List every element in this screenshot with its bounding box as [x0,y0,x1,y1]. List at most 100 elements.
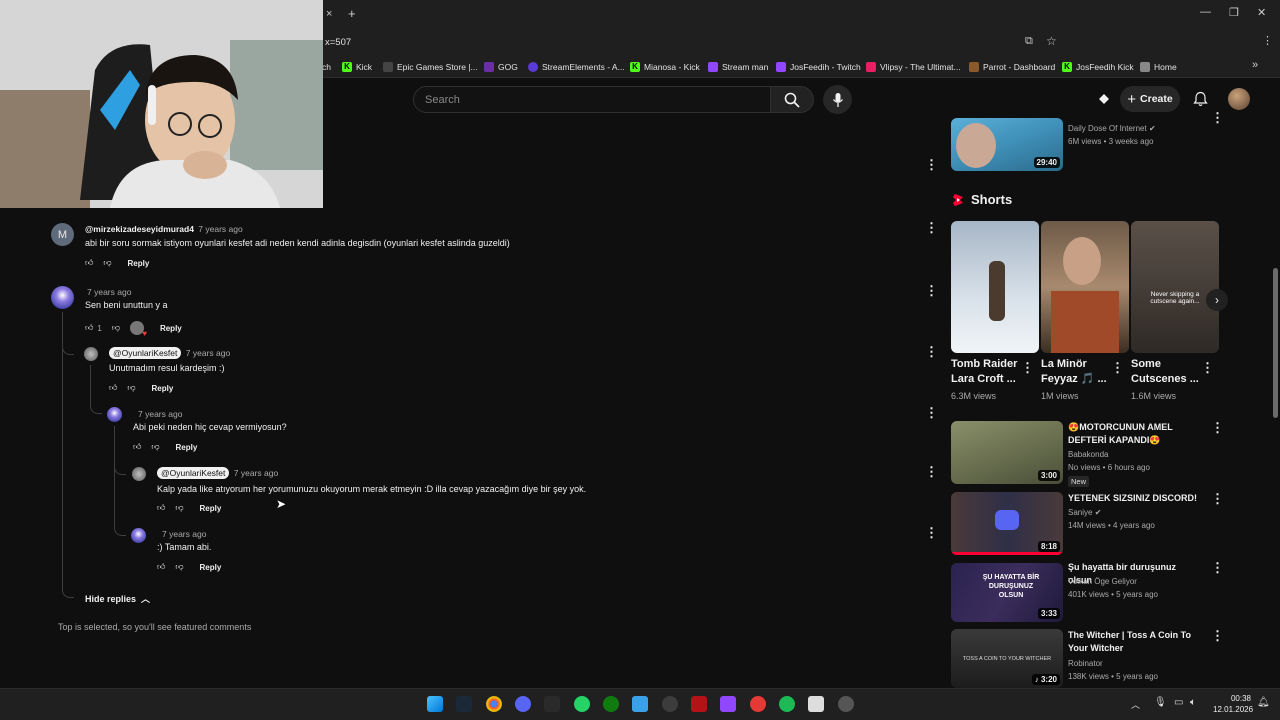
network-icon[interactable]: ▭ [1174,697,1183,708]
bookmark[interactable]: StreamElements - A... [528,59,625,75]
page-scrollbar[interactable] [1271,78,1280,688]
video-channel[interactable]: Volkan Öge Geliyor [1068,575,1137,588]
bookmark[interactable]: K Kick [342,59,372,75]
microphone-tray-icon[interactable]: 🎙︎ [1154,697,1167,708]
close-window-icon[interactable]: ✕ [1257,6,1266,19]
close-tab-icon[interactable]: × [326,8,332,20]
video-thumbnail[interactable]: ŞU HAYATTA BİR DURUŞUNUZ OLSUN 3:33 [951,563,1063,622]
comment-menu-icon[interactable]: ⋮ [925,158,938,171]
video-menu-icon[interactable]: ⋮ [1211,111,1224,124]
bookmark[interactable]: Home [1140,59,1177,75]
bookmark[interactable]: K Mianosa - Kick [630,59,700,75]
creator-chip[interactable]: @OyunlariKesfet [157,467,230,479]
video-title[interactable]: 😍MOTORCUNUN AMEL DEFTERİ KAPANDI😍 [1068,421,1198,447]
next-arrow-button[interactable]: › [1206,289,1228,311]
steam-icon[interactable] [456,696,472,712]
search-input[interactable]: Search [413,86,771,113]
avatar[interactable] [107,407,122,422]
like-icon[interactable]: 👍︎ [85,258,93,268]
menu-kebab-icon[interactable]: ⋮ [1262,34,1273,47]
video-thumbnail[interactable]: 8:18 [951,492,1063,555]
whatsapp-icon[interactable] [574,696,590,712]
bookmark[interactable]: Vlipsy - The Ultimat... [866,59,961,75]
chevron-up-icon[interactable]: ︿ [1131,698,1140,711]
short-thumbnail[interactable] [1041,221,1129,353]
notifications-bell-icon[interactable] [1193,91,1208,112]
avatar[interactable]: M [51,223,74,246]
dislike-icon[interactable]: 👎︎ [103,258,111,268]
avatar[interactable] [132,467,146,481]
bookmark[interactable]: ch [322,59,331,75]
photos-icon[interactable] [632,696,648,712]
comment-menu-icon[interactable]: ⋮ [925,465,938,478]
short-menu-icon[interactable]: ⋮ [1111,361,1124,374]
video-title[interactable]: YETENEK SIZSINIZ DISCORD! [1068,492,1198,505]
comment-date[interactable]: 7 years ago [234,468,278,478]
comment-menu-icon[interactable]: ⋮ [925,526,938,539]
video-title[interactable]: The Witcher | Toss A Coin To Your Witche… [1068,629,1198,655]
volume-icon[interactable]: 🔈︎ [1190,697,1196,708]
dislike-icon[interactable]: 👎︎ [175,503,183,513]
discord-icon[interactable] [515,696,531,712]
comment-date[interactable]: 7 years ago [87,287,131,297]
obs-icon[interactable] [662,696,678,712]
account-avatar[interactable] [1228,88,1250,110]
comment-date[interactable]: 7 years ago [198,224,242,234]
video-thumbnail[interactable]: 29:40 [951,118,1063,171]
avatar[interactable] [51,286,74,309]
video-menu-icon[interactable]: ⋮ [1211,492,1224,505]
xbox-icon[interactable] [603,696,619,712]
app-icon[interactable] [691,696,707,712]
reply-button[interactable]: Reply [176,443,198,452]
video-channel[interactable]: Babakonda [1068,448,1108,461]
comment-menu-icon[interactable]: ⋮ [925,284,938,297]
chrome-icon[interactable] [486,696,502,712]
app-icon[interactable] [750,696,766,712]
short-thumbnail[interactable] [951,221,1039,353]
like-icon[interactable]: 👍︎ [157,503,165,513]
hide-replies-button[interactable]: Hide replies ︿ [85,592,150,605]
spotify-icon[interactable] [779,696,795,712]
notification-center-icon[interactable]: 🔔︎ [1257,697,1270,708]
avatar[interactable] [84,347,98,361]
scrollbar-thumb[interactable] [1273,268,1278,418]
bookmark[interactable]: GOG [484,59,518,75]
twitch-icon[interactable] [720,696,736,712]
comment-author[interactable]: @mirzekizadeseyidmurad4 [85,224,194,234]
reply-button[interactable]: Reply [152,384,174,393]
video-channel[interactable]: Daily Dose Of Internet ✔ [1068,122,1156,135]
minimize-icon[interactable]: — [1200,6,1211,18]
dislike-icon[interactable]: 👎︎ [127,383,135,393]
video-channel[interactable]: Robinator [1068,657,1103,670]
creator-chip[interactable]: @OyunlariKesfet [109,347,182,359]
bookmark-star-icon[interactable]: ☆ [1046,34,1057,48]
like-icon[interactable]: 👍︎ [157,562,165,572]
short-thumbnail[interactable]: Never skipping a cutscene again... [1131,221,1219,353]
video-menu-icon[interactable]: ⋮ [1211,561,1224,574]
bookmark[interactable]: K JosFeedih Kick [1062,59,1134,75]
comment-menu-icon[interactable]: ⋮ [925,221,938,234]
search-button[interactable] [770,86,814,113]
epic-games-icon[interactable] [544,696,560,712]
bookmark[interactable]: JosFeedih - Twitch [776,59,861,75]
restore-icon[interactable]: ❐ [1229,6,1239,19]
cast-icon[interactable]: ⧉ [1025,35,1033,48]
comment-date[interactable]: 7 years ago [138,409,182,419]
reply-button[interactable]: Reply [200,504,222,513]
short-menu-icon[interactable]: ⋮ [1021,361,1034,374]
bookmark[interactable]: Stream man [708,59,768,75]
new-tab-button[interactable]: + [348,6,356,21]
video-thumbnail[interactable]: 3:00 [951,421,1063,484]
dislike-icon[interactable]: 👎︎ [112,323,120,333]
voice-search-button[interactable] [823,85,852,114]
reply-button[interactable]: Reply [200,563,222,572]
comment-menu-icon[interactable]: ⋮ [925,406,938,419]
reply-button[interactable]: Reply [160,324,182,333]
url-text[interactable]: x=507 [325,37,351,48]
like-icon[interactable]: 👍︎ [85,323,93,333]
create-button[interactable]: + Create [1120,86,1180,112]
bookmark[interactable]: Parrot - Dashboard [969,59,1055,75]
reply-button[interactable]: Reply [128,259,150,268]
bookmark[interactable]: Epic Games Store |... [383,59,478,75]
like-icon[interactable]: 👍︎ [109,383,117,393]
